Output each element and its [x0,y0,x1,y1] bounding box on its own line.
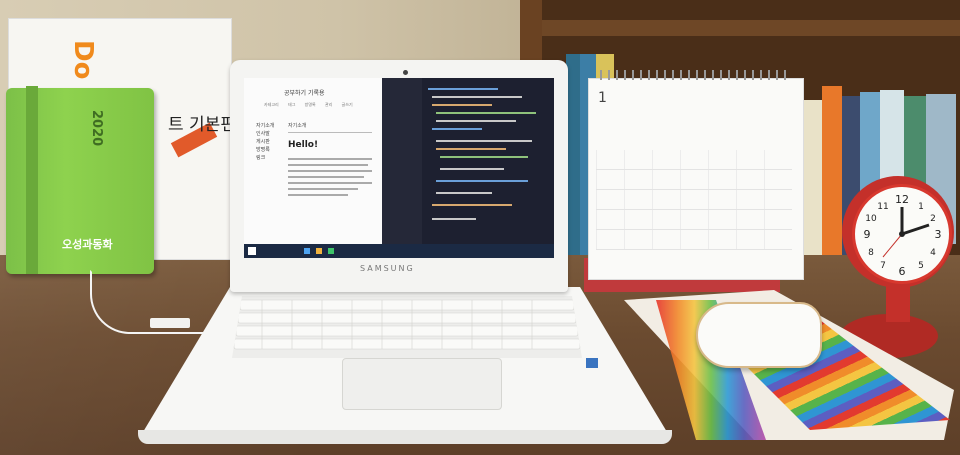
code-line [432,104,492,106]
keyboard[interactable] [232,296,582,358]
nav-item[interactable]: 방명록 [305,102,316,107]
laptop-screen[interactable]: 공부하기 기록용 카테고리 태그 방명록 관리 글쓰기 자기소개 인사말 게시판… [244,78,554,258]
text-line [288,182,372,184]
blog-title: 공부하기 기록용 [284,90,325,97]
svg-text:6: 6 [899,265,906,278]
svg-text:3: 3 [935,228,942,241]
nav-item[interactable]: 관리 [325,102,332,107]
sidebar-item[interactable]: 방명록 [256,146,274,154]
keys [233,299,581,350]
text-line [288,164,368,166]
text-line [288,176,364,178]
notebook-brand: 오성과동화 [62,238,113,251]
code-line [440,168,504,170]
svg-text:2: 2 [930,214,936,224]
sidebar-item[interactable]: 자기소개 [256,122,274,130]
svg-text:5: 5 [918,261,924,271]
shelf-book [804,100,822,270]
code-line [436,192,492,194]
blog-sidebar: 자기소개 인사말 게시판 방명록 링크 [256,122,274,162]
code-line [432,96,522,98]
text-line [288,194,348,196]
webcam [403,70,408,75]
calendar-rings [600,70,790,80]
code-line [428,88,498,90]
taskbar-app-icon[interactable] [316,248,322,254]
calendar-month: 1 [598,90,607,106]
code-line [436,140,532,142]
code-line [436,112,536,114]
sidebar-item[interactable]: 링크 [256,154,274,162]
shelf-book [822,86,842,270]
code-line [440,156,528,158]
clock-stem [886,286,910,322]
shelf-board [520,20,960,36]
calendar-grid [596,150,792,250]
nav-item[interactable]: 카테고리 [264,102,279,107]
wireless-mouse[interactable] [696,302,822,368]
notebook-year: 2020 [89,110,104,147]
svg-text:4: 4 [930,248,936,258]
intel-sticker [586,358,598,368]
notebook-strap [26,86,38,274]
post-heading: Hello! [288,140,319,150]
sidebar-item[interactable]: 인사말 [256,130,274,138]
clock-numbers: 12 3 6 9 12 45 78 1011 [864,193,942,278]
nav-item[interactable]: 태그 [288,102,295,107]
nav-item[interactable]: 글쓰기 [342,102,353,107]
section-title: 자기소개 [288,123,307,129]
usb-plug [150,318,190,328]
svg-text:12: 12 [895,193,909,206]
laptop-brand: SAMSUNG [360,264,415,273]
svg-text:1: 1 [918,202,924,212]
laptop-base-edge [138,430,672,444]
svg-text:7: 7 [880,261,886,271]
blog-nav: 카테고리 태그 방명록 관리 글쓰기 [264,102,353,108]
doit-title: 트 기본편 [168,115,236,135]
taskbar-app-icon[interactable] [304,248,310,254]
svg-text:9: 9 [864,228,871,241]
start-icon[interactable] [248,247,256,255]
svg-text:11: 11 [877,202,888,212]
svg-text:10: 10 [865,214,877,224]
editor-explorer[interactable] [382,78,422,244]
blog-window[interactable]: 공부하기 기록용 카테고리 태그 방명록 관리 글쓰기 자기소개 인사말 게시판… [244,78,382,244]
svg-text:8: 8 [868,248,874,258]
code-line [436,180,528,182]
taskbar[interactable] [244,244,554,258]
touchpad[interactable] [342,358,502,410]
clock-face: 12 3 6 9 12 45 78 10 11 [852,184,952,284]
code-line [432,204,512,206]
code-line [436,148,506,150]
text-line [288,158,372,160]
code-line [432,128,482,130]
sidebar-item[interactable]: 게시판 [256,138,274,146]
code-line [432,218,476,220]
section-rule [288,132,372,133]
code-line [436,120,516,122]
text-line [288,170,372,172]
taskbar-app-icon[interactable] [328,248,334,254]
code-editor[interactable] [382,78,554,244]
text-line [288,188,358,190]
